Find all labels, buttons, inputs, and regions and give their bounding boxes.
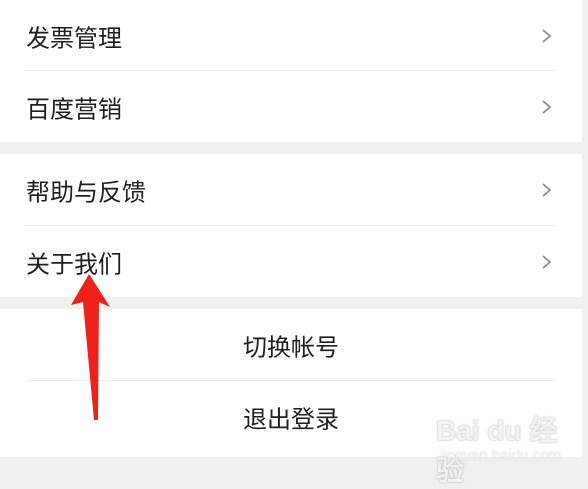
menu-item-label: 帮助与反馈 <box>26 178 146 207</box>
logout-label: 退出登录 <box>243 405 339 434</box>
menu-group-1: 发票管理 百度营销 <box>0 0 582 142</box>
menu-group-2: 帮助与反馈 关于我们 <box>0 154 582 297</box>
chevron-right-icon <box>542 255 552 269</box>
menu-item-about-us[interactable]: 关于我们 <box>0 226 582 298</box>
chevron-right-icon <box>542 29 552 43</box>
menu-item-invoice-management[interactable]: 发票管理 <box>0 0 582 72</box>
account-group: 切换帐号 退出登录 <box>0 309 582 457</box>
menu-item-help-feedback[interactable]: 帮助与反馈 <box>0 154 582 226</box>
menu-item-label: 关于我们 <box>26 250 122 279</box>
switch-account-button[interactable]: 切换帐号 <box>0 309 582 381</box>
chevron-right-icon <box>542 100 552 114</box>
menu-item-label: 百度营销 <box>26 95 122 124</box>
logout-button[interactable]: 退出登录 <box>0 381 582 453</box>
menu-item-label: 发票管理 <box>26 24 122 53</box>
switch-account-label: 切换帐号 <box>243 333 339 362</box>
menu-item-baidu-marketing[interactable]: 百度营销 <box>0 71 582 143</box>
chevron-right-icon <box>542 183 552 197</box>
